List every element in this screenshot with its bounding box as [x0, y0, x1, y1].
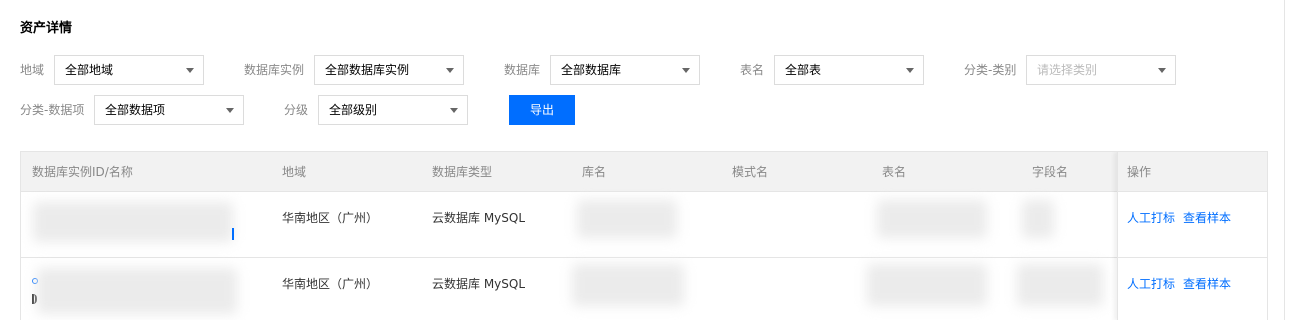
data-item-label: 分类-数据项 — [20, 103, 85, 117]
page-title: 资产详情 — [20, 21, 73, 36]
redacted-instance-id — [37, 268, 237, 314]
row-region: 华南地区（广州） — [282, 211, 379, 225]
asset-table: 数据库实例ID/名称 地域 数据库类型 库名 模式名 表名 字段名 操作 华南地… — [20, 151, 1268, 320]
instance-label: 数据库实例 — [244, 63, 305, 77]
region-select[interactable]: 全部地域 — [54, 55, 204, 85]
redacted-table-name — [867, 264, 987, 306]
chevron-down-icon — [186, 68, 194, 73]
chevron-down-icon — [450, 108, 458, 113]
table-header: 数据库实例ID/名称 地域 数据库类型 库名 模式名 表名 字段名 操作 — [21, 152, 1267, 192]
col-header-region: 地域 — [282, 165, 307, 179]
col-header-db-name: 库名 — [582, 165, 607, 179]
database-label: 数据库 — [504, 63, 541, 77]
data-item-select[interactable]: 全部数据项 — [94, 95, 244, 125]
database-select[interactable]: 全部数据库 — [550, 55, 700, 85]
page-divider — [1284, 0, 1285, 320]
actions-column-divider — [1117, 152, 1267, 320]
category-select[interactable]: 请选择类别 — [1026, 55, 1176, 85]
region-label: 地域 — [20, 63, 45, 77]
col-header-schema: 模式名 — [732, 165, 769, 179]
chevron-down-icon — [446, 68, 454, 73]
col-header-table-name: 表名 — [882, 165, 907, 179]
col-header-db-type: 数据库类型 — [432, 165, 493, 179]
table-name-label: 表名 — [740, 63, 765, 77]
instance-select[interactable]: 全部数据库实例 — [314, 55, 464, 85]
redacted-field-name — [1022, 200, 1054, 238]
level-select[interactable]: 全部级别 — [318, 95, 468, 125]
table-row: 华南地区（广州） 云数据库 MySQL 人工打标 查看样本 — [21, 192, 1267, 258]
row-db-type: 云数据库 MySQL — [432, 277, 526, 291]
level-label: 分级 — [284, 103, 309, 117]
category-select-placeholder: 请选择类别 — [1037, 63, 1098, 77]
database-select-value: 全部数据库 — [561, 63, 622, 77]
chevron-down-icon — [906, 68, 914, 73]
chevron-down-icon — [1158, 68, 1166, 73]
redacted-db-name — [572, 264, 684, 306]
redacted-db-name — [577, 200, 677, 238]
level-select-value: 全部级别 — [329, 103, 378, 117]
export-button[interactable]: 导出 — [509, 95, 575, 125]
table-row: 华南地区（广州） 云数据库 MySQL 人工打标 查看样本 — [21, 258, 1267, 320]
instance-link-fragment[interactable] — [232, 228, 234, 240]
redacted-table-name — [877, 200, 987, 238]
region-select-value: 全部地域 — [65, 63, 114, 77]
row-db-type: 云数据库 MySQL — [432, 211, 526, 225]
table-name-select-value: 全部表 — [785, 63, 822, 77]
col-header-instance: 数据库实例ID/名称 — [32, 165, 133, 179]
redacted-field-name — [1017, 264, 1103, 306]
table-name-select[interactable]: 全部表 — [774, 55, 924, 85]
category-label: 分类-类别 — [964, 63, 1017, 77]
data-item-select-value: 全部数据项 — [105, 103, 166, 117]
row-region: 华南地区（广州） — [282, 277, 379, 291]
chevron-down-icon — [682, 68, 690, 73]
chevron-down-icon — [226, 108, 234, 113]
instance-select-value: 全部数据库实例 — [325, 63, 410, 77]
col-header-field-name: 字段名 — [1032, 165, 1069, 179]
redacted-instance-id — [33, 202, 233, 242]
